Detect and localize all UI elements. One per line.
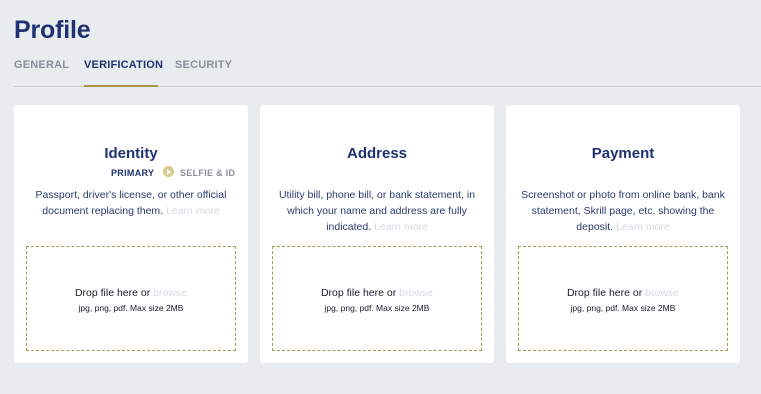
file-hint: jpg, png, pdf. Max size 2MB bbox=[324, 303, 430, 313]
drop-text: Drop file here or bbox=[566, 287, 643, 299]
step-selfie-id[interactable]: SELFIE & ID bbox=[180, 168, 235, 178]
profile-tabs: GENERAL VERIFICATION SECURITY bbox=[14, 55, 761, 87]
file-hint: jpg, png, pdf. Max size 2MB bbox=[78, 303, 184, 313]
card-description: Utility bill, phone bill, or bank statem… bbox=[274, 187, 480, 235]
card-description: Passport, driver's license, or other off… bbox=[28, 187, 234, 219]
browse-link[interactable]: browse bbox=[399, 287, 433, 299]
drop-line: Drop file here or browse bbox=[519, 287, 727, 299]
drop-text: Drop file here or bbox=[320, 287, 397, 299]
browse-link[interactable]: browse bbox=[153, 287, 187, 299]
card-title: Address bbox=[346, 145, 408, 162]
learn-more-link[interactable]: Learn more bbox=[374, 221, 428, 233]
file-dropzone[interactable]: Drop file here or browse jpg, png, pdf. … bbox=[26, 246, 236, 351]
browse-link[interactable]: browse bbox=[645, 287, 679, 299]
file-dropzone[interactable]: Drop file here or browse jpg, png, pdf. … bbox=[272, 246, 482, 351]
card-description: Screenshot or photo from online bank, ba… bbox=[520, 187, 726, 235]
card-title: Payment bbox=[591, 145, 655, 162]
file-dropzone[interactable]: Drop file here or browse jpg, png, pdf. … bbox=[518, 246, 728, 351]
drop-line: Drop file here or browse bbox=[273, 287, 481, 299]
identity-card: Identity PRIMARY SELFIE & ID Passport, d… bbox=[14, 105, 248, 363]
tab-general[interactable]: GENERAL bbox=[14, 59, 69, 87]
drop-text: Drop file here or bbox=[74, 287, 151, 299]
file-hint: jpg, png, pdf. Max size 2MB bbox=[570, 303, 676, 313]
tab-verification[interactable]: VERIFICATION bbox=[84, 59, 163, 87]
step-primary[interactable]: PRIMARY bbox=[111, 168, 154, 178]
identity-steps: PRIMARY SELFIE & ID bbox=[14, 166, 248, 180]
address-card: Address Utility bill, phone bill, or ban… bbox=[260, 105, 494, 363]
card-title: Identity bbox=[104, 145, 158, 162]
learn-more-link[interactable]: Learn more bbox=[166, 205, 220, 217]
drop-line: Drop file here or browse bbox=[27, 287, 235, 299]
payment-card: Payment Screenshot or photo from online … bbox=[506, 105, 740, 363]
tab-security[interactable]: SECURITY bbox=[175, 59, 232, 87]
profile-page: Profile GENERAL VERIFICATION SECURITY Id… bbox=[0, 0, 761, 394]
learn-more-link[interactable]: Learn more bbox=[616, 221, 670, 233]
chevron-right-circle-icon bbox=[163, 166, 174, 177]
page-title: Profile bbox=[14, 16, 91, 44]
